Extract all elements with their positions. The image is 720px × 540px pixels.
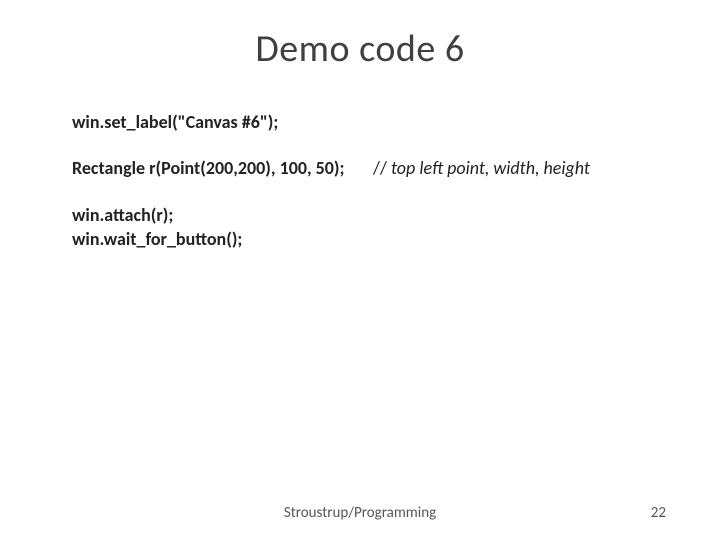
spacer [345,157,374,179]
slide: Demo code 6 win.set_label("Canvas #6"); … [0,0,720,540]
page-number: 22 [651,504,666,522]
code-line-1: win.set_label("Canvas #6"); [72,110,648,134]
code-line-2: Rectangle r(Point(200,200), 100, 50); //… [72,156,648,180]
code-text: Rectangle r(Point(200,200), 100, 50); [72,157,345,179]
slide-body: win.set_label("Canvas #6"); Rectangle r(… [72,110,648,251]
comment-text: top left point, width, height [391,157,590,179]
code-text: win.wait_for_button(); [72,227,648,251]
footer-text: Stroustrup/Programming [0,504,720,522]
slide-title: Demo code 6 [72,26,648,72]
comment-prefix: // [373,157,391,179]
code-text: win.attach(r); [72,203,648,227]
code-line-3-4: win.attach(r); win.wait_for_button(); [72,203,648,252]
code-text: win.set_label("Canvas #6"); [72,111,278,133]
